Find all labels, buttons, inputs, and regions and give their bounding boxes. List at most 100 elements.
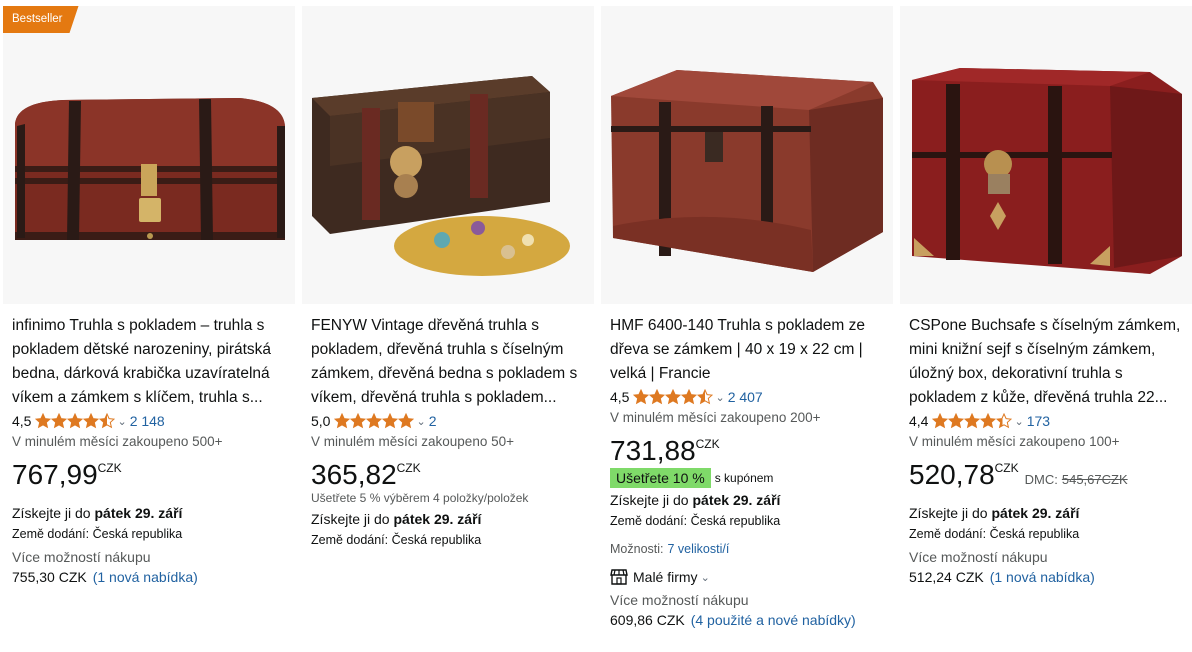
rating-row: 4,5 ⌄ 2 148 xyxy=(12,412,288,430)
delivery-info: Získejte ji do pátek 29. září xyxy=(12,505,288,523)
price-whole: 767,99 xyxy=(12,459,98,490)
list-price-value: 545,67CZK xyxy=(1061,472,1128,487)
product-info: FENYW Vintage dřevěná truhla s pokladem,… xyxy=(311,314,587,549)
star-icon xyxy=(83,413,100,429)
rating-count-link[interactable]: 2 407 xyxy=(728,389,763,405)
star-icon xyxy=(334,413,351,429)
product-image[interactable] xyxy=(900,6,1192,304)
product-card: CSPone Buchsafe s číselným zámkem, mini … xyxy=(900,6,1192,652)
rating-value: 5,0 xyxy=(311,413,331,429)
chevron-down-icon[interactable]: ⌄ xyxy=(1014,415,1023,428)
delivery-country: Země dodání: Česká republika xyxy=(909,527,1080,541)
product-info: HMF 6400-140 Truhla s pokladem ze dřeva … xyxy=(610,314,886,630)
product-card: FENYW Vintage dřevěná truhla s pokladem,… xyxy=(302,6,594,652)
storefront-icon xyxy=(610,569,628,585)
price-currency: CZK xyxy=(97,461,122,475)
star-icon xyxy=(51,413,68,429)
list-price-label: DMC: xyxy=(1024,472,1058,487)
delivery-country: Země dodání: Česká republika xyxy=(610,514,781,528)
delivery-date: pátek 29. září xyxy=(94,505,183,521)
product-card: Bestseller infinimo Truhla s pokladem – … xyxy=(3,6,295,652)
delivery-country: Země dodání: Česká republika xyxy=(12,527,183,541)
star-rating[interactable] xyxy=(932,413,1013,429)
product-grid: Bestseller infinimo Truhla s pokladem – … xyxy=(0,0,1192,652)
price-currency: CZK xyxy=(994,461,1019,475)
rating-row: 4,5 ⌄ 2 407 xyxy=(610,388,886,406)
product-title[interactable]: HMF 6400-140 Truhla s pokladem ze dřeva … xyxy=(610,314,886,386)
star-icon xyxy=(932,413,949,429)
offers-link[interactable]: (1 nová nabídka) xyxy=(93,569,198,585)
coupon-badge: Ušetřete 10 % xyxy=(610,468,711,488)
rating-count-link[interactable]: 2 148 xyxy=(130,413,165,429)
list-price: DMC: 545,67CZK xyxy=(1025,472,1128,487)
star-icon xyxy=(681,389,698,405)
coupon: Ušetřete 10 % s kupónem xyxy=(610,468,886,488)
more-buying-options-label: Více možností nákupu xyxy=(610,592,749,608)
star-icon xyxy=(67,413,84,429)
star-icon xyxy=(665,389,682,405)
delivery-date: pátek 29. září xyxy=(991,505,1080,521)
chevron-down-icon[interactable]: ⌄ xyxy=(416,415,425,428)
small-business-row[interactable]: Malé firmy ⌄ xyxy=(610,568,886,586)
delivery-prefix: Získejte ji do xyxy=(610,492,693,508)
chevron-down-icon[interactable]: ⌄ xyxy=(715,391,724,404)
star-icon xyxy=(649,389,666,405)
bestseller-badge: Bestseller xyxy=(3,6,79,33)
product-image[interactable] xyxy=(302,6,594,304)
offers-link[interactable]: (4 použité a nové nabídky) xyxy=(691,612,856,628)
price-whole: 731,88 xyxy=(610,435,696,466)
star-icon xyxy=(948,413,965,429)
rating-value: 4,4 xyxy=(909,413,929,429)
more-options-price: 512,24 CZK xyxy=(909,569,984,585)
chevron-down-icon[interactable]: ⌄ xyxy=(117,415,126,428)
star-rating[interactable] xyxy=(633,389,714,405)
star-icon xyxy=(633,389,650,405)
delivery-prefix: Získejte ji do xyxy=(909,505,992,521)
treasure-chest-image xyxy=(611,70,883,272)
bought-last-month: V minulém měsíci zakoupeno 200+ xyxy=(610,410,821,425)
multibuy-saving: Ušetřete 5 % výběrem 4 položky/položek xyxy=(311,491,529,505)
rating-count-link[interactable]: 2 xyxy=(429,413,437,429)
treasure-chest-image xyxy=(912,68,1182,274)
treasure-chest-image xyxy=(15,98,285,240)
product-info: infinimo Truhla s pokladem – truhla s po… xyxy=(12,314,288,587)
price-currency: CZK xyxy=(695,437,720,451)
product-image[interactable]: Bestseller xyxy=(3,6,295,304)
options-link[interactable]: 7 velikosti/í xyxy=(668,542,730,556)
offers-link[interactable]: (1 nová nabídka) xyxy=(990,569,1095,585)
more-options-price: 609,86 CZK xyxy=(610,612,685,628)
price[interactable]: 520,78 CZK DMC: 545,67CZK xyxy=(909,457,1185,501)
delivery-date: pátek 29. září xyxy=(393,511,482,527)
more-buying-options-label: Více možností nákupu xyxy=(909,549,1048,565)
bought-last-month: V minulém měsíci zakoupeno 50+ xyxy=(311,434,514,449)
star-icon xyxy=(697,389,714,405)
star-icon xyxy=(350,413,367,429)
star-rating[interactable] xyxy=(334,413,415,429)
rating-value: 4,5 xyxy=(12,413,32,429)
rating-value: 4,5 xyxy=(610,389,630,405)
price-whole: 365,82 xyxy=(311,459,397,490)
star-rating[interactable] xyxy=(35,413,116,429)
product-title[interactable]: FENYW Vintage dřevěná truhla s pokladem,… xyxy=(311,314,587,410)
star-icon xyxy=(996,413,1013,429)
coupon-text: s kupónem xyxy=(714,471,774,485)
delivery-info: Získejte ji do pátek 29. září xyxy=(909,505,1185,523)
rating-row: 4,4 ⌄ 173 xyxy=(909,412,1185,430)
options-label: Možnosti: xyxy=(610,542,664,556)
product-title[interactable]: CSPone Buchsafe s číselným zámkem, mini … xyxy=(909,314,1185,410)
price-whole: 520,78 xyxy=(909,459,995,490)
chevron-down-icon[interactable]: ⌄ xyxy=(701,571,710,584)
size-options: Možnosti: 7 velikosti/í xyxy=(610,542,886,558)
star-icon xyxy=(99,413,116,429)
delivery-prefix: Získejte ji do xyxy=(311,511,394,527)
product-image[interactable] xyxy=(601,6,893,304)
star-icon xyxy=(366,413,383,429)
star-icon xyxy=(382,413,399,429)
more-buying-options: 609,86 CZK (4 použité a nové nabídky) xyxy=(610,612,886,630)
delivery-date: pátek 29. září xyxy=(692,492,781,508)
delivery-prefix: Získejte ji do xyxy=(12,505,95,521)
price[interactable]: 767,99 CZK xyxy=(12,457,288,501)
rating-count-link[interactable]: 173 xyxy=(1027,413,1050,429)
product-title[interactable]: infinimo Truhla s pokladem – truhla s po… xyxy=(12,314,288,410)
treasure-chest-image xyxy=(312,76,570,276)
